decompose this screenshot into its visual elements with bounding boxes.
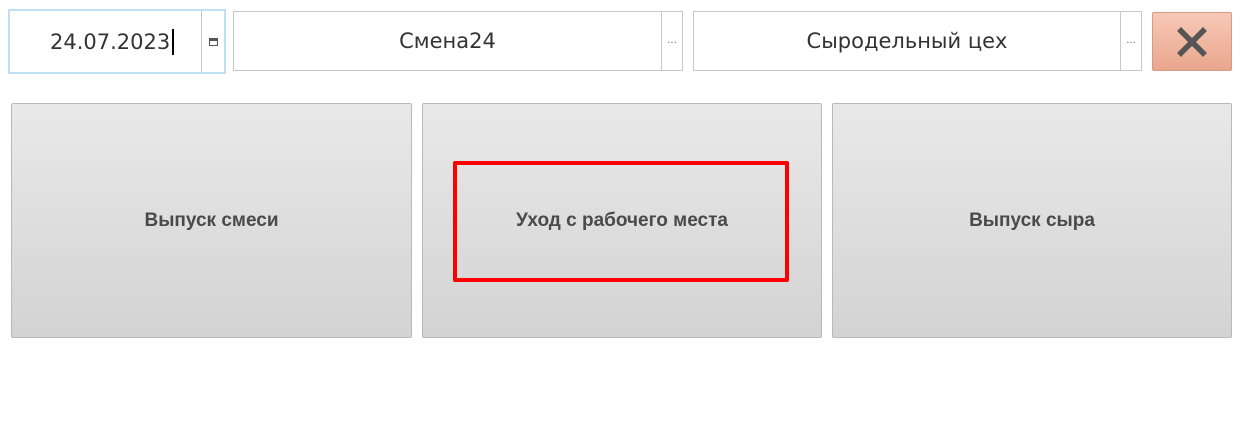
calendar-icon [208, 37, 218, 46]
department-browse-button[interactable]: ... [1120, 12, 1141, 70]
close-icon [1177, 26, 1207, 57]
department-value: Сыродельный цех [806, 29, 1008, 53]
department-selector[interactable]: Сыродельный цех ... [693, 11, 1142, 71]
close-button[interactable] [1152, 12, 1232, 71]
text-caret [172, 28, 175, 55]
workplace-screen: 24.07.2023 Смена24 ... Сыродельный цех .… [0, 0, 1246, 446]
leave-workplace-label: Уход с рабочего места [516, 209, 728, 231]
department-browse-label: ... [1126, 35, 1136, 46]
calendar-button[interactable] [201, 11, 224, 72]
date-picker[interactable]: 24.07.2023 [8, 9, 226, 74]
leave-workplace-button[interactable]: Уход с рабочего места [422, 103, 822, 338]
date-input[interactable]: 24.07.2023 [10, 11, 201, 72]
date-value: 24.07.2023 [50, 29, 171, 54]
mix-release-label: Выпуск смеси [144, 209, 279, 231]
cheese-release-label: Выпуск сыра [969, 209, 1095, 231]
mix-release-button[interactable]: Выпуск смеси [11, 103, 412, 338]
shift-selector[interactable]: Смена24 ... [233, 11, 683, 71]
shift-browse-label: ... [667, 35, 677, 46]
shift-value: Смена24 [399, 29, 496, 53]
shift-browse-button[interactable]: ... [661, 12, 682, 70]
cheese-release-button[interactable]: Выпуск сыра [832, 103, 1232, 338]
